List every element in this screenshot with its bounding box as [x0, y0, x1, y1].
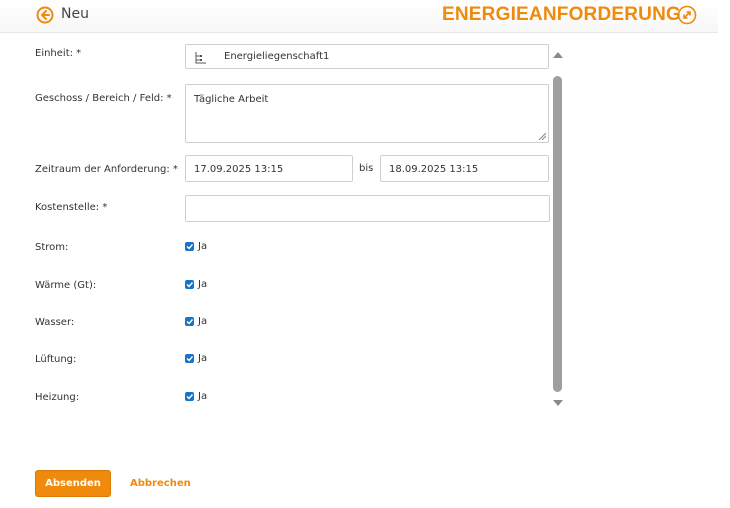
- geschoss-textarea[interactable]: Tägliche Arbeit: [185, 84, 549, 143]
- geschoss-value: Tägliche Arbeit: [194, 94, 269, 105]
- submit-button[interactable]: Absenden: [35, 470, 111, 497]
- scroll-down-icon[interactable]: [553, 400, 563, 406]
- einheit-field[interactable]: Energieliegenschaft1: [185, 44, 549, 69]
- scroll-up-icon[interactable]: [553, 52, 563, 58]
- zeitraum-label: Zeitraum der Anforderung: *: [35, 164, 178, 175]
- strom-label: Strom:: [35, 242, 69, 253]
- zeitraum-separator: bis: [359, 163, 374, 174]
- lueftung-label: Lüftung:: [35, 354, 77, 365]
- geschoss-label: Geschoss / Bereich / Feld: *: [35, 93, 172, 104]
- cancel-button[interactable]: Abbrechen: [130, 478, 191, 489]
- resize-handle-icon[interactable]: [538, 132, 546, 140]
- kostenstelle-label: Kostenstelle: *: [35, 202, 108, 213]
- expand-icon[interactable]: [677, 5, 697, 25]
- wasser-value: Ja: [198, 316, 208, 327]
- wasser-label: Wasser:: [35, 317, 75, 328]
- heizung-value: Ja: [198, 391, 208, 402]
- form-scrollbar[interactable]: [552, 44, 564, 414]
- strom-value: Ja: [198, 241, 208, 252]
- zeitraum-from-value: 17.09.2025 13:15: [194, 164, 284, 175]
- strom-checkbox[interactable]: [185, 242, 194, 251]
- back-label[interactable]: Neu: [61, 6, 89, 22]
- waerme-label: Wärme (Gt):: [35, 280, 97, 291]
- zeitraum-to-value: 18.09.2025 13:15: [389, 164, 479, 175]
- scrollbar-thumb[interactable]: [553, 76, 562, 392]
- einheit-label: Einheit: *: [35, 48, 82, 59]
- arrow-left-circle-icon[interactable]: [36, 6, 54, 24]
- wasser-checkbox[interactable]: [185, 317, 194, 326]
- header-bar: Neu ENERGIEANFORDERUNG: [0, 0, 718, 33]
- zeitraum-from-input[interactable]: 17.09.2025 13:15: [185, 155, 353, 182]
- tree-icon: [195, 52, 206, 64]
- heizung-label: Heizung:: [35, 392, 80, 403]
- zeitraum-to-input[interactable]: 18.09.2025 13:15: [380, 155, 549, 182]
- einheit-value: Energieliegenschaft1: [224, 51, 330, 62]
- lueftung-checkbox[interactable]: [185, 354, 194, 363]
- lueftung-value: Ja: [198, 353, 208, 364]
- waerme-checkbox[interactable]: [185, 280, 194, 289]
- waerme-value: Ja: [198, 279, 208, 290]
- heizung-checkbox[interactable]: [185, 392, 194, 401]
- kostenstelle-input[interactable]: [185, 195, 550, 222]
- page-title: ENERGIEANFORDERUNG: [442, 4, 682, 25]
